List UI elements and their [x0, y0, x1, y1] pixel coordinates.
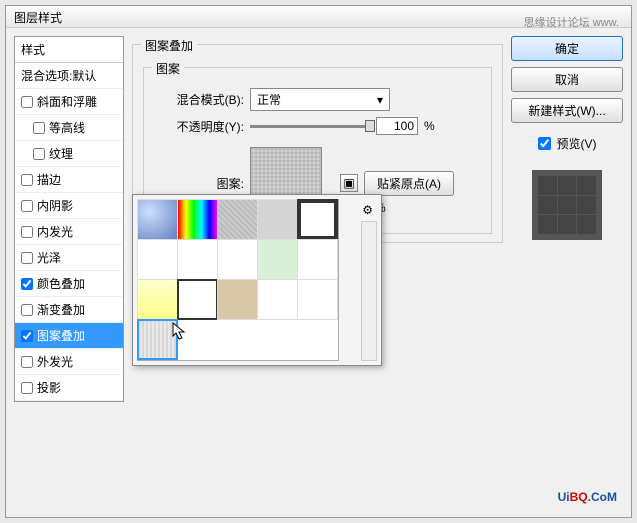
style-label: 投影 — [37, 379, 61, 396]
style-item[interactable]: 光泽 — [15, 245, 123, 271]
style-item[interactable]: 斜面和浮雕 — [15, 89, 123, 115]
style-checkbox[interactable] — [21, 356, 33, 368]
preview-thumbnail — [532, 170, 602, 240]
pattern-cell[interactable] — [297, 199, 338, 240]
blend-mode-row: 混合模式(B): 正常 ▾ — [154, 88, 481, 111]
dialog-content: 样式 混合选项:默认 斜面和浮雕等高线纹理描边内阴影内发光光泽颜色叠加渐变叠加图… — [6, 28, 631, 517]
style-checkbox[interactable] — [21, 304, 33, 316]
style-label: 渐变叠加 — [37, 301, 85, 318]
pattern-picker-popup: ⚙ — [132, 194, 382, 366]
opacity-row: 不透明度(Y): % — [154, 117, 481, 135]
style-label: 光泽 — [37, 249, 61, 266]
cancel-button[interactable]: 取消 — [511, 67, 623, 92]
pattern-cell[interactable] — [137, 199, 178, 240]
style-item[interactable]: 图案叠加 — [15, 323, 123, 349]
style-item[interactable]: 投影 — [15, 375, 123, 401]
pattern-cell[interactable] — [217, 279, 258, 320]
style-checkbox[interactable] — [21, 174, 33, 186]
style-label: 颜色叠加 — [37, 275, 85, 292]
pattern-overlay-title: 图案叠加 — [141, 37, 197, 54]
pattern-group-title: 图案 — [152, 60, 184, 77]
style-label: 等高线 — [49, 119, 85, 136]
style-checkbox[interactable] — [21, 252, 33, 264]
style-item[interactable]: 外发光 — [15, 349, 123, 375]
style-checkbox[interactable] — [33, 122, 45, 134]
style-checkbox[interactable] — [33, 148, 45, 160]
pattern-cell[interactable] — [177, 199, 218, 240]
pattern-cell[interactable] — [217, 199, 258, 240]
style-checkbox[interactable] — [21, 200, 33, 212]
watermark-bottom: UiBQ.CoM — [558, 481, 617, 507]
blend-mode-value: 正常 — [257, 91, 281, 108]
styles-panel: 样式 混合选项:默认 斜面和浮雕等高线纹理描边内阴影内发光光泽颜色叠加渐变叠加图… — [14, 36, 124, 509]
style-label: 外发光 — [37, 353, 73, 370]
opacity-unit: % — [424, 119, 435, 133]
pattern-cell[interactable] — [257, 279, 298, 320]
preview-checkbox[interactable] — [538, 137, 551, 150]
style-checkbox[interactable] — [21, 226, 33, 238]
blend-options-row[interactable]: 混合选项:默认 — [15, 63, 123, 89]
pattern-cell[interactable] — [177, 239, 218, 280]
style-label: 纹理 — [49, 145, 73, 162]
settings-panel: 图案叠加 图案 混合模式(B): 正常 ▾ 不透明度(Y): — [132, 36, 503, 509]
new-style-button[interactable]: 新建样式(W)... — [511, 98, 623, 123]
layer-style-dialog: 图层样式 思缘设计论坛 www. 样式 混合选项:默认 斜面和浮雕等高线纹理描边… — [5, 5, 632, 518]
blend-mode-dropdown[interactable]: 正常 ▾ — [250, 88, 390, 111]
dialog-title: 图层样式 — [14, 11, 62, 25]
style-list: 样式 混合选项:默认 斜面和浮雕等高线纹理描边内阴影内发光光泽颜色叠加渐变叠加图… — [14, 36, 124, 402]
opacity-label: 不透明度(Y): — [154, 118, 244, 135]
style-checkbox[interactable] — [21, 330, 33, 342]
style-item[interactable]: 内发光 — [15, 219, 123, 245]
style-label: 描边 — [37, 171, 61, 188]
pattern-cell[interactable] — [137, 279, 178, 320]
style-item[interactable]: 等高线 — [15, 115, 123, 141]
gear-icon[interactable]: ⚙ — [362, 203, 373, 217]
style-checkbox[interactable] — [21, 382, 33, 394]
snap-origin-button[interactable]: 贴紧原点(A) — [364, 171, 454, 196]
pattern-cell[interactable] — [297, 279, 338, 320]
preview-label: 预览(V) — [557, 135, 597, 152]
pattern-cell[interactable] — [297, 239, 338, 280]
opacity-slider[interactable] — [250, 125, 370, 128]
style-label: 斜面和浮雕 — [37, 93, 97, 110]
ok-button[interactable]: 确定 — [511, 36, 623, 61]
pattern-cell[interactable] — [257, 199, 298, 240]
style-label: 内阴影 — [37, 197, 73, 214]
style-label: 内发光 — [37, 223, 73, 240]
pattern-cell[interactable] — [137, 239, 178, 280]
chevron-down-icon: ▾ — [377, 93, 383, 107]
style-item[interactable]: 渐变叠加 — [15, 297, 123, 323]
watermark-top: 思缘设计论坛 www. — [524, 14, 619, 30]
style-checkbox[interactable] — [21, 96, 33, 108]
opacity-slider-thumb[interactable] — [365, 120, 375, 132]
pattern-cell[interactable] — [257, 239, 298, 280]
pattern-picker-grid — [137, 199, 339, 361]
style-item[interactable]: 颜色叠加 — [15, 271, 123, 297]
preview-row: 预览(V) — [511, 135, 623, 152]
blend-mode-label: 混合模式(B): — [154, 91, 244, 108]
pattern-label: 图案: — [154, 175, 244, 192]
style-item[interactable]: 纹理 — [15, 141, 123, 167]
style-item[interactable]: 描边 — [15, 167, 123, 193]
style-label: 图案叠加 — [37, 327, 85, 344]
style-checkbox[interactable] — [21, 278, 33, 290]
blend-options-label: 混合选项:默认 — [21, 67, 96, 84]
action-panel: 确定 取消 新建样式(W)... 预览(V) — [511, 36, 623, 509]
style-item[interactable]: 内阴影 — [15, 193, 123, 219]
picker-scrollbar[interactable] — [361, 221, 377, 361]
pattern-cell[interactable] — [137, 319, 178, 360]
new-preset-icon: ▣ — [343, 176, 354, 190]
new-preset-button[interactable]: ▣ — [340, 174, 358, 192]
styles-header: 样式 — [15, 37, 123, 63]
pattern-cell[interactable] — [177, 279, 218, 320]
pattern-cell[interactable] — [217, 239, 258, 280]
opacity-input[interactable] — [376, 117, 418, 135]
